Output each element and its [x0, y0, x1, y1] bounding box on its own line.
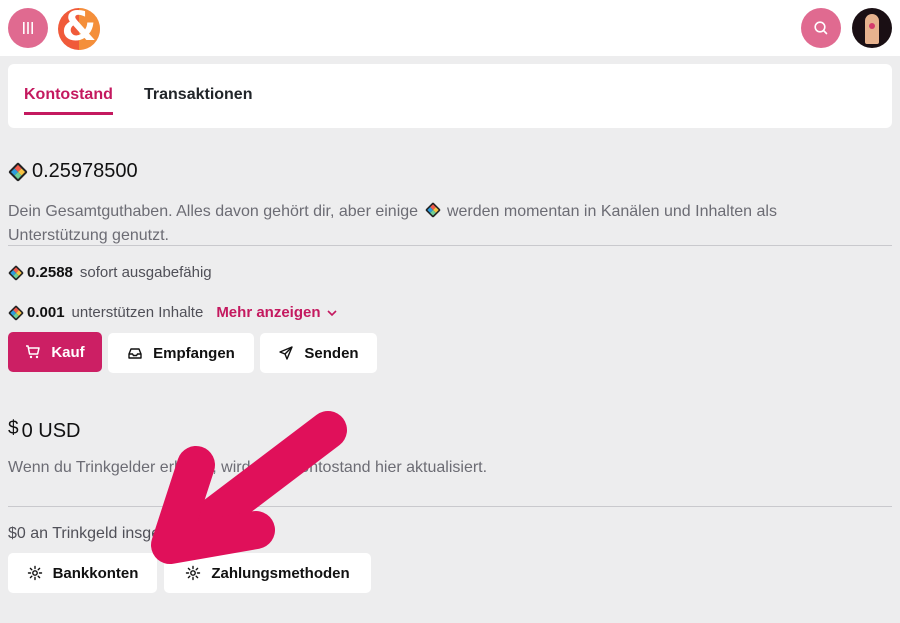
buy-label: Kauf	[51, 343, 85, 361]
gear-icon	[186, 565, 201, 581]
total-balance-value: 0.25978500	[32, 160, 138, 182]
avatar[interactable]	[852, 8, 892, 48]
gear-icon	[27, 565, 42, 581]
usd-balance-value: 0 USD	[21, 420, 81, 442]
total-balance: 0.25978500	[8, 160, 138, 183]
avatar-figure	[865, 14, 879, 44]
bank-accounts-label: Bankkonten	[52, 564, 139, 582]
usd-note: Wenn du Trinkgelder erhältst, wird dein …	[8, 459, 488, 476]
chevron-down-icon	[326, 309, 337, 316]
divider	[8, 506, 892, 507]
menu-icon	[23, 22, 33, 34]
more-label: Mehr anzeigen	[216, 304, 321, 321]
spendable-label: sofort ausgabefähig	[79, 264, 212, 281]
buy-button[interactable]: Kauf	[8, 332, 102, 372]
divider	[8, 245, 892, 246]
spendable-amount: 0.2588	[27, 264, 73, 281]
tabs-card: Kontostand Transaktionen	[8, 64, 892, 128]
odysee-logo[interactable]: &	[58, 8, 100, 50]
send-icon	[279, 346, 294, 360]
top-bar: &	[0, 0, 900, 56]
usd-balance: $ 0 USD	[8, 417, 81, 443]
tab-transaktionen[interactable]: Transaktionen	[144, 86, 252, 112]
payment-methods-label: Zahlungsmethoden	[211, 564, 350, 582]
receive-label: Empfangen	[153, 344, 235, 362]
search-button[interactable]	[801, 8, 841, 48]
description-part1: Dein Gesamtguthaben. Alles davon gehört …	[8, 203, 419, 220]
balance-description: Dein Gesamtguthaben. Alles davon gehört …	[8, 200, 868, 248]
tab-kontostand[interactable]: Kontostand	[24, 86, 113, 115]
logo-ampersand-icon: &	[61, 8, 97, 50]
send-button[interactable]: Senden	[260, 333, 377, 373]
lbc-credit-icon	[425, 202, 440, 218]
receive-button[interactable]: Empfangen	[108, 333, 254, 373]
lbc-credit-icon	[8, 162, 28, 181]
lbc-credit-icon	[8, 305, 24, 320]
cart-icon	[26, 345, 41, 359]
spendable-row: 0.2588 sofort ausgabefähig	[8, 264, 212, 281]
menu-button[interactable]	[8, 8, 48, 48]
bank-accounts-button[interactable]: Bankkonten	[8, 553, 157, 593]
lbc-credit-icon	[8, 265, 24, 280]
inbox-icon	[128, 348, 142, 359]
supporting-label: unterstützen Inhalte	[71, 304, 204, 321]
dollar-icon: $	[8, 417, 19, 439]
tips-total: $0 an Trinkgeld insgesamt erhalten	[8, 525, 258, 542]
supporting-amount: 0.001	[27, 304, 65, 321]
search-icon	[814, 21, 828, 35]
send-label: Senden	[304, 344, 359, 362]
supporting-row: 0.001 unterstützen Inhalte Mehr anzeigen	[8, 304, 337, 321]
payment-methods-button[interactable]: Zahlungsmethoden	[164, 553, 371, 593]
more-link[interactable]: Mehr anzeigen	[216, 304, 337, 321]
